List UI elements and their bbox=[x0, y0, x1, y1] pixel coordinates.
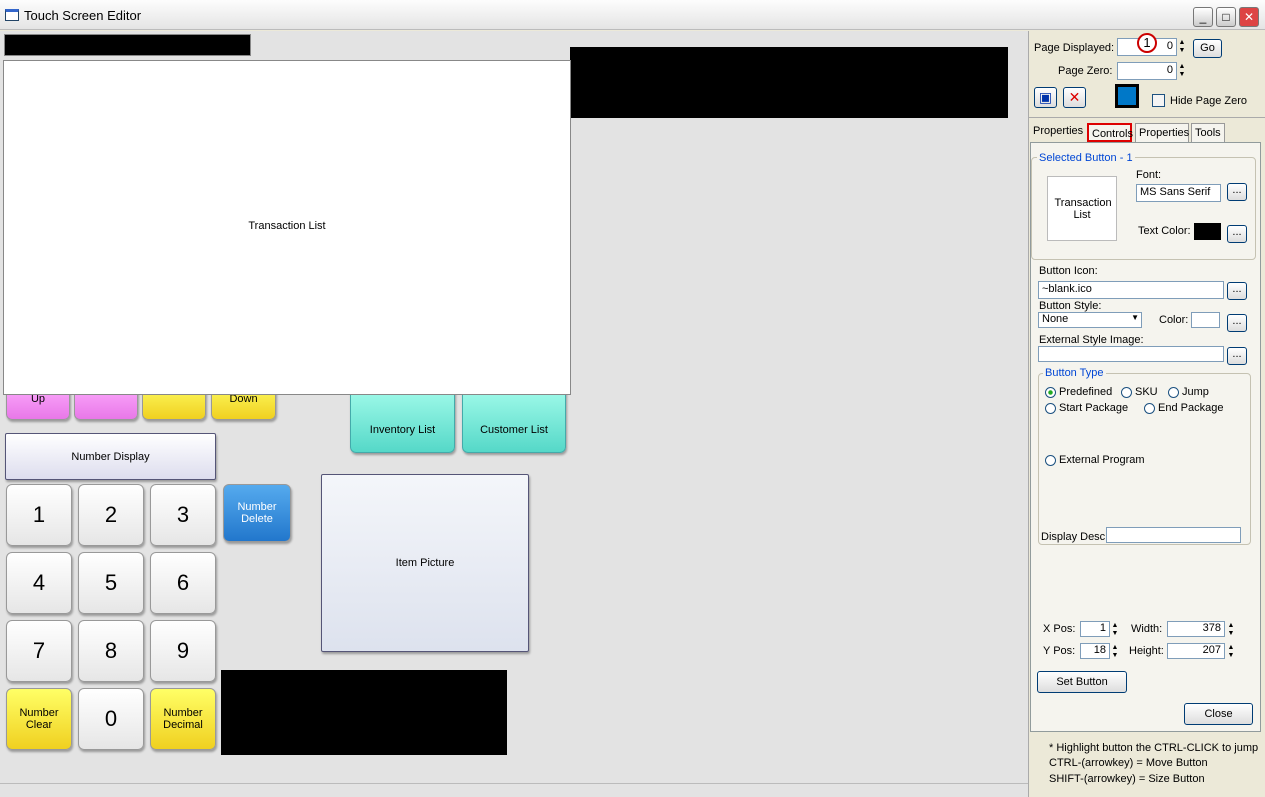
tab-tools[interactable]: Tools bbox=[1191, 123, 1225, 142]
page-displayed-label: Page Displayed: bbox=[1034, 42, 1115, 54]
width-spinner[interactable]: ▲ ▼ bbox=[1226, 622, 1236, 638]
key-3[interactable]: 3 bbox=[150, 484, 216, 546]
button-icon-browse-button[interactable]: ... bbox=[1227, 282, 1247, 300]
key-2[interactable]: 2 bbox=[78, 484, 144, 546]
close-window-button[interactable]: ✕ bbox=[1239, 7, 1259, 27]
button-style-select[interactable]: None ▼ bbox=[1038, 312, 1142, 328]
key-7[interactable]: 7 bbox=[6, 620, 72, 682]
chevron-down-icon: ▼ bbox=[1131, 313, 1139, 322]
ypos-input[interactable]: 18 bbox=[1080, 643, 1110, 659]
key-8[interactable]: 8 bbox=[78, 620, 144, 682]
app-icon bbox=[5, 9, 19, 21]
divider bbox=[0, 783, 1028, 784]
text-color-label: Text Color: bbox=[1138, 225, 1191, 237]
key-4[interactable]: 4 bbox=[6, 552, 72, 614]
divider bbox=[1028, 117, 1265, 118]
save-icon[interactable]: ▣ bbox=[1034, 87, 1057, 108]
key-6[interactable]: 6 bbox=[150, 552, 216, 614]
black-display-top[interactable] bbox=[570, 47, 1008, 118]
style-color-swatch[interactable] bbox=[1191, 312, 1220, 328]
selected-button-legend: Selected Button - 1 bbox=[1037, 152, 1135, 164]
xpos-spinner[interactable]: ▲ ▼ bbox=[1110, 622, 1120, 638]
number-delete-button[interactable]: Number Delete bbox=[223, 484, 291, 542]
button-preview: Transaction List bbox=[1047, 176, 1117, 241]
external-style-browse-button[interactable]: ... bbox=[1227, 347, 1247, 365]
style-color-browse-button[interactable]: ... bbox=[1227, 314, 1247, 332]
radio-external-program[interactable]: External Program bbox=[1045, 454, 1145, 466]
key-5[interactable]: 5 bbox=[78, 552, 144, 614]
hide-page-zero-checkbox[interactable] bbox=[1152, 94, 1165, 107]
radio-jump[interactable]: Jump bbox=[1168, 386, 1209, 398]
number-clear-button[interactable]: Number Clear bbox=[6, 688, 72, 750]
key-0[interactable]: 0 bbox=[78, 688, 144, 750]
radio-circle bbox=[1168, 386, 1179, 398]
radio-end-package[interactable]: End Package bbox=[1144, 402, 1223, 414]
button-icon-field[interactable]: ~blank.ico bbox=[1038, 281, 1224, 299]
radio-start-package[interactable]: Start Package bbox=[1045, 402, 1128, 414]
item-picture[interactable]: Item Picture bbox=[321, 474, 529, 652]
radio-circle bbox=[1045, 402, 1056, 414]
radio-circle bbox=[1045, 454, 1056, 466]
annotation-1: 1 bbox=[1137, 33, 1157, 53]
set-button[interactable]: Set Button bbox=[1037, 671, 1127, 693]
key-9[interactable]: 9 bbox=[150, 620, 216, 682]
window-title: Touch Screen Editor bbox=[24, 8, 142, 23]
hint-1: * Highlight button the CTRL-CLICK to jum… bbox=[1049, 742, 1259, 754]
color-swatch[interactable] bbox=[1115, 84, 1139, 108]
display-desc-field[interactable] bbox=[1106, 527, 1241, 543]
button-style-label: Button Style: bbox=[1039, 300, 1102, 312]
black-bar-top-left[interactable] bbox=[4, 34, 251, 56]
font-label: Font: bbox=[1136, 169, 1162, 181]
hint-3: SHIFT-(arrowkey) = Size Button bbox=[1049, 773, 1205, 785]
tab-properties-label[interactable]: Properties bbox=[1033, 125, 1083, 137]
radio-predefined[interactable]: Predefined bbox=[1045, 386, 1112, 398]
external-style-label: External Style Image: bbox=[1039, 334, 1144, 346]
minimize-button[interactable]: _ bbox=[1193, 7, 1213, 27]
number-decimal-button[interactable]: Number Decimal bbox=[150, 688, 216, 750]
tab-properties[interactable]: Properties bbox=[1135, 123, 1189, 142]
hint-2: CTRL-(arrowkey) = Move Button bbox=[1049, 757, 1208, 769]
font-field[interactable]: MS Sans Serif bbox=[1136, 184, 1221, 202]
title-bar: Touch Screen Editor _ □ ✕ bbox=[0, 0, 1265, 30]
color-label: Color: bbox=[1159, 314, 1189, 326]
maximize-button[interactable]: □ bbox=[1216, 7, 1236, 27]
radio-circle bbox=[1121, 386, 1132, 398]
go-button[interactable]: Go bbox=[1193, 39, 1222, 58]
ypos-label: Y Pos: bbox=[1043, 645, 1076, 657]
height-input[interactable]: 207 bbox=[1167, 643, 1225, 659]
radio-circle bbox=[1144, 402, 1155, 414]
key-1[interactable]: 1 bbox=[6, 484, 72, 546]
radio-sku[interactable]: SKU bbox=[1121, 386, 1158, 398]
page-zero-spinner[interactable]: ▲ ▼ bbox=[1177, 63, 1187, 79]
page-displayed-spinner[interactable]: ▲ ▼ bbox=[1177, 39, 1187, 55]
width-input[interactable]: 378 bbox=[1167, 621, 1225, 637]
tab-controls[interactable]: Controls bbox=[1087, 123, 1133, 142]
page-zero-label: Page Zero: bbox=[1058, 65, 1113, 77]
black-display-bottom[interactable] bbox=[221, 670, 507, 755]
font-browse-button[interactable]: ... bbox=[1227, 183, 1247, 201]
width-label: Width: bbox=[1131, 623, 1163, 635]
button-icon-label: Button Icon: bbox=[1039, 265, 1098, 277]
text-color-browse-button[interactable]: ... bbox=[1227, 225, 1247, 243]
display-desc-label: Display Desc: bbox=[1041, 531, 1109, 543]
number-display[interactable]: Number Display bbox=[5, 433, 216, 480]
xpos-label: X Pos: bbox=[1043, 623, 1076, 635]
height-spinner[interactable]: ▲ ▼ bbox=[1226, 644, 1236, 660]
hide-page-zero-label: Hide Page Zero bbox=[1170, 95, 1248, 107]
external-style-field[interactable] bbox=[1038, 346, 1224, 362]
text-color-swatch[interactable] bbox=[1194, 223, 1221, 240]
radio-selected bbox=[1045, 386, 1056, 398]
ypos-spinner[interactable]: ▲ ▼ bbox=[1110, 644, 1120, 660]
delete-icon[interactable]: ✕ bbox=[1063, 87, 1086, 108]
button-type-legend: Button Type bbox=[1043, 367, 1106, 379]
xpos-input[interactable]: 1 bbox=[1080, 621, 1110, 637]
close-button[interactable]: Close bbox=[1184, 703, 1253, 725]
page-zero-input[interactable]: 0 bbox=[1117, 62, 1177, 80]
height-label: Height: bbox=[1129, 645, 1164, 657]
transaction-list-button[interactable]: Transaction List bbox=[3, 60, 571, 395]
